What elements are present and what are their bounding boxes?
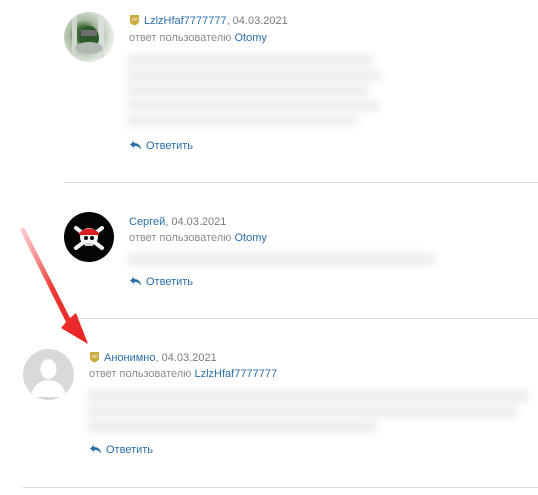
comment-divider	[23, 487, 538, 488]
user-avatar[interactable]	[23, 349, 74, 400]
reply-to-user-link[interactable]: LzlzHfaf7777777	[195, 368, 278, 380]
comment-date: , 04.03.2021	[155, 352, 217, 364]
reply-button[interactable]: Ответить	[89, 444, 153, 456]
comment-author[interactable]: Анонимно	[104, 352, 156, 364]
reply-to-line: ответ пользователю LzlzHfaf7777777	[89, 368, 277, 380]
reply-button-label: Ответить	[106, 444, 154, 456]
reply-to-prefix: ответ пользователю	[89, 368, 195, 380]
reply-arrow-icon	[90, 445, 101, 454]
vip-badge-icon: VIP	[90, 352, 99, 363]
default-avatar-icon	[31, 359, 66, 397]
svg-text:VIP: VIP	[91, 354, 98, 359]
